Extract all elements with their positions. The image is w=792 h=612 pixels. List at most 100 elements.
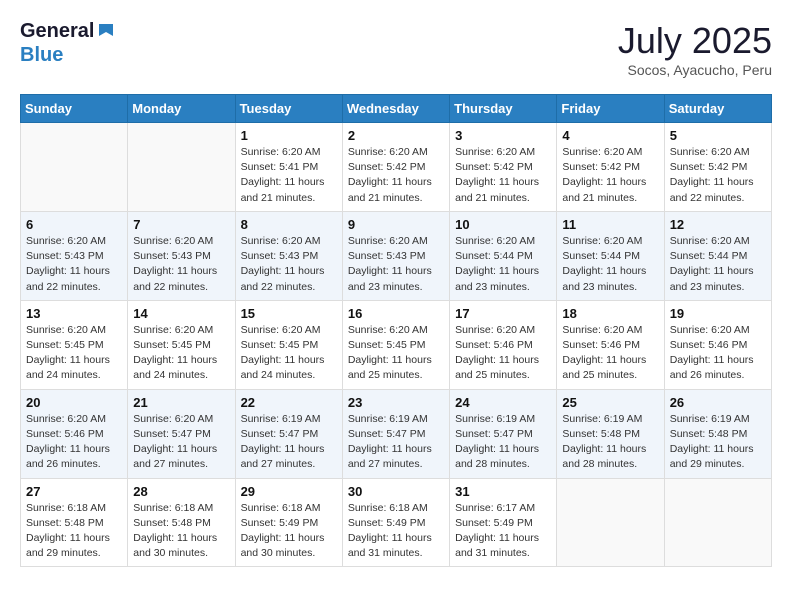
day-info: Sunrise: 6:17 AM Sunset: 5:49 PM Dayligh… <box>455 501 551 562</box>
day-number: 17 <box>455 306 551 321</box>
day-number: 30 <box>348 484 444 499</box>
calendar-day-cell: 4 Sunrise: 6:20 AM Sunset: 5:42 PM Daylig… <box>557 123 664 212</box>
calendar-day-cell: 14 Sunrise: 6:20 AM Sunset: 5:45 PM Dayli… <box>128 300 235 389</box>
calendar-day-cell: 5 Sunrise: 6:20 AM Sunset: 5:42 PM Daylig… <box>664 123 771 212</box>
day-info: Sunrise: 6:20 AM Sunset: 5:47 PM Dayligh… <box>133 412 229 473</box>
calendar-day-cell: 15 Sunrise: 6:20 AM Sunset: 5:45 PM Dayli… <box>235 300 342 389</box>
day-info: Sunrise: 6:20 AM Sunset: 5:44 PM Dayligh… <box>455 234 551 295</box>
day-info: Sunrise: 6:20 AM Sunset: 5:44 PM Dayligh… <box>562 234 658 295</box>
calendar-day-cell: 8 Sunrise: 6:20 AM Sunset: 5:43 PM Daylig… <box>235 211 342 300</box>
calendar-day-cell: 7Sunrise: 6:20 AM Sunset: 5:43 PM Daylig… <box>128 211 235 300</box>
day-number: 19 <box>670 306 766 321</box>
day-info: Sunrise: 6:18 AM Sunset: 5:49 PM Dayligh… <box>241 501 337 562</box>
day-number: 23 <box>348 395 444 410</box>
weekday-header-sunday: Sunday <box>21 95 128 123</box>
day-info: Sunrise: 6:20 AM Sunset: 5:41 PM Dayligh… <box>241 145 337 206</box>
calendar-day-cell: 21 Sunrise: 6:20 AM Sunset: 5:47 PM Dayli… <box>128 389 235 478</box>
day-number: 6 <box>26 217 122 232</box>
calendar-day-cell: 25 Sunrise: 6:19 AM Sunset: 5:48 PM Dayli… <box>557 389 664 478</box>
page-header: General Blue July 2025 Socos, Ayacucho, … <box>20 20 772 78</box>
location-subtitle: Socos, Ayacucho, Peru <box>618 62 772 78</box>
day-number: 10 <box>455 217 551 232</box>
logo-blue: Blue <box>20 44 63 66</box>
calendar-day-cell: 3 Sunrise: 6:20 AM Sunset: 5:42 PM Daylig… <box>450 123 557 212</box>
calendar-day-cell: 6 Sunrise: 6:20 AM Sunset: 5:43 PM Daylig… <box>21 211 128 300</box>
day-info: Sunrise: 6:20 AM Sunset: 5:42 PM Dayligh… <box>562 145 658 206</box>
day-number: 5 <box>670 128 766 143</box>
weekday-header-row: SundayMondayTuesdayWednesdayThursdayFrid… <box>21 95 772 123</box>
day-info: Sunrise: 6:20 AM Sunset: 5:46 PM Dayligh… <box>670 323 766 384</box>
day-number: 8 <box>241 217 337 232</box>
day-number: 26 <box>670 395 766 410</box>
weekday-header-tuesday: Tuesday <box>235 95 342 123</box>
day-info: Sunrise: 6:19 AM Sunset: 5:48 PM Dayligh… <box>562 412 658 473</box>
weekday-header-wednesday: Wednesday <box>342 95 449 123</box>
calendar-day-cell: 23 Sunrise: 6:19 AM Sunset: 5:47 PM Dayli… <box>342 389 449 478</box>
calendar-day-cell: 2Sunrise: 6:20 AM Sunset: 5:42 PM Daylig… <box>342 123 449 212</box>
calendar-day-cell: 17Sunrise: 6:20 AM Sunset: 5:46 PM Dayli… <box>450 300 557 389</box>
day-number: 21 <box>133 395 229 410</box>
day-number: 12 <box>670 217 766 232</box>
calendar-week-row: 27 Sunrise: 6:18 AM Sunset: 5:48 PM Dayli… <box>21 478 772 567</box>
day-info: Sunrise: 6:19 AM Sunset: 5:47 PM Dayligh… <box>241 412 337 473</box>
calendar-day-cell: 26Sunrise: 6:19 AM Sunset: 5:48 PM Dayli… <box>664 389 771 478</box>
calendar-day-cell: 22Sunrise: 6:19 AM Sunset: 5:47 PM Dayli… <box>235 389 342 478</box>
calendar-day-cell: 10 Sunrise: 6:20 AM Sunset: 5:44 PM Dayli… <box>450 211 557 300</box>
calendar-day-cell: 19 Sunrise: 6:20 AM Sunset: 5:46 PM Dayli… <box>664 300 771 389</box>
calendar-week-row: 13 Sunrise: 6:20 AM Sunset: 5:45 PM Dayli… <box>21 300 772 389</box>
weekday-header-friday: Friday <box>557 95 664 123</box>
calendar-week-row: 20Sunrise: 6:20 AM Sunset: 5:46 PM Dayli… <box>21 389 772 478</box>
day-info: Sunrise: 6:20 AM Sunset: 5:43 PM Dayligh… <box>348 234 444 295</box>
day-info: Sunrise: 6:20 AM Sunset: 5:45 PM Dayligh… <box>241 323 337 384</box>
day-info: Sunrise: 6:20 AM Sunset: 5:43 PM Dayligh… <box>241 234 337 295</box>
day-info: Sunrise: 6:18 AM Sunset: 5:49 PM Dayligh… <box>348 501 444 562</box>
title-area: July 2025 Socos, Ayacucho, Peru <box>618 20 772 78</box>
calendar-day-cell: 30 Sunrise: 6:18 AM Sunset: 5:49 PM Dayli… <box>342 478 449 567</box>
day-number: 14 <box>133 306 229 321</box>
day-info: Sunrise: 6:20 AM Sunset: 5:43 PM Dayligh… <box>26 234 122 295</box>
day-number: 29 <box>241 484 337 499</box>
calendar-table: SundayMondayTuesdayWednesdayThursdayFrid… <box>20 94 772 567</box>
day-number: 28 <box>133 484 229 499</box>
day-number: 11 <box>562 217 658 232</box>
calendar-day-cell <box>21 123 128 212</box>
calendar-day-cell <box>557 478 664 567</box>
day-info: Sunrise: 6:20 AM Sunset: 5:46 PM Dayligh… <box>26 412 122 473</box>
logo-general: General <box>20 20 94 42</box>
calendar-day-cell: 1Sunrise: 6:20 AM Sunset: 5:41 PM Daylig… <box>235 123 342 212</box>
month-title: July 2025 <box>618 20 772 62</box>
day-number: 9 <box>348 217 444 232</box>
day-number: 18 <box>562 306 658 321</box>
day-number: 16 <box>348 306 444 321</box>
day-number: 27 <box>26 484 122 499</box>
logo-text: General Blue <box>20 20 118 67</box>
day-number: 13 <box>26 306 122 321</box>
day-info: Sunrise: 6:20 AM Sunset: 5:45 PM Dayligh… <box>26 323 122 384</box>
day-info: Sunrise: 6:20 AM Sunset: 5:46 PM Dayligh… <box>562 323 658 384</box>
day-number: 7 <box>133 217 229 232</box>
day-info: Sunrise: 6:20 AM Sunset: 5:42 PM Dayligh… <box>670 145 766 206</box>
weekday-header-monday: Monday <box>128 95 235 123</box>
day-number: 15 <box>241 306 337 321</box>
day-number: 3 <box>455 128 551 143</box>
day-number: 4 <box>562 128 658 143</box>
weekday-header-thursday: Thursday <box>450 95 557 123</box>
calendar-week-row: 1Sunrise: 6:20 AM Sunset: 5:41 PM Daylig… <box>21 123 772 212</box>
logo: General Blue <box>20 20 118 67</box>
calendar-day-cell: 18 Sunrise: 6:20 AM Sunset: 5:46 PM Dayli… <box>557 300 664 389</box>
calendar-day-cell: 28 Sunrise: 6:18 AM Sunset: 5:48 PM Dayli… <box>128 478 235 567</box>
logo-flag-icon <box>95 22 117 44</box>
day-info: Sunrise: 6:20 AM Sunset: 5:45 PM Dayligh… <box>133 323 229 384</box>
day-info: Sunrise: 6:20 AM Sunset: 5:42 PM Dayligh… <box>455 145 551 206</box>
calendar-week-row: 6 Sunrise: 6:20 AM Sunset: 5:43 PM Daylig… <box>21 211 772 300</box>
calendar-day-cell: 29 Sunrise: 6:18 AM Sunset: 5:49 PM Dayli… <box>235 478 342 567</box>
day-info: Sunrise: 6:18 AM Sunset: 5:48 PM Dayligh… <box>133 501 229 562</box>
day-info: Sunrise: 6:19 AM Sunset: 5:47 PM Dayligh… <box>348 412 444 473</box>
calendar-day-cell: 13 Sunrise: 6:20 AM Sunset: 5:45 PM Dayli… <box>21 300 128 389</box>
day-info: Sunrise: 6:19 AM Sunset: 5:47 PM Dayligh… <box>455 412 551 473</box>
weekday-header-saturday: Saturday <box>664 95 771 123</box>
day-number: 25 <box>562 395 658 410</box>
day-info: Sunrise: 6:20 AM Sunset: 5:45 PM Dayligh… <box>348 323 444 384</box>
day-number: 24 <box>455 395 551 410</box>
day-number: 31 <box>455 484 551 499</box>
